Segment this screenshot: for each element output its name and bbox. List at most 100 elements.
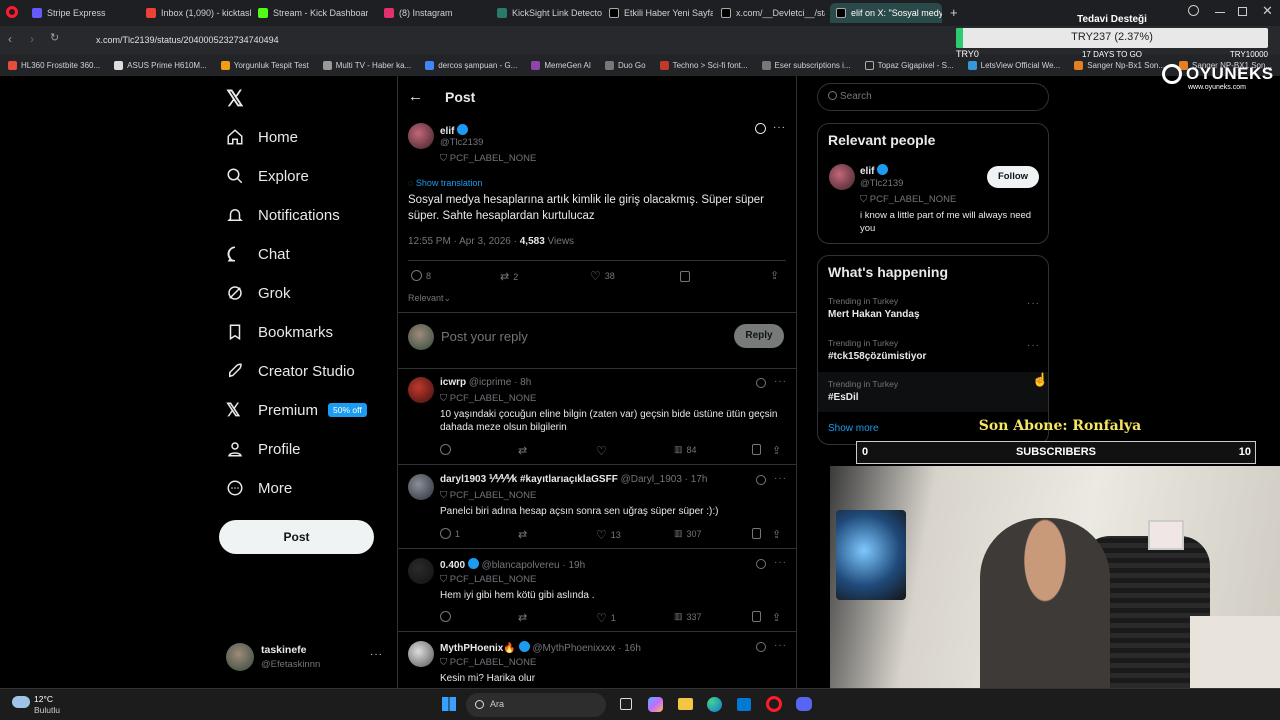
- nav-chat[interactable]: Chat: [226, 242, 290, 266]
- nav-bookmarks[interactable]: Bookmarks: [226, 320, 333, 344]
- bookmark-action[interactable]: [752, 528, 761, 539]
- show-translation-link[interactable]: ◌ Show translation: [408, 178, 482, 188]
- file-explorer-icon[interactable]: [678, 698, 693, 710]
- opera-logo-icon[interactable]: [6, 6, 18, 18]
- like-action[interactable]: ♡ 38: [590, 269, 615, 283]
- reply-action[interactable]: [440, 611, 455, 622]
- forward-icon[interactable]: ›: [30, 32, 34, 46]
- avatar[interactable]: [829, 164, 855, 190]
- bookmark-item[interactable]: Multi TV - Haber ka...: [322, 60, 411, 70]
- bookmark-item[interactable]: dercos şampuan - G...: [425, 60, 517, 70]
- opera-taskbar-icon[interactable]: [766, 696, 782, 712]
- account-switcher[interactable]: taskinefe @Efetaskinnn ···: [226, 641, 386, 677]
- show-more-link[interactable]: Show more: [828, 423, 879, 434]
- bookmark-item[interactable]: HL360 Frostbite 360...: [8, 60, 100, 70]
- follow-button[interactable]: Follow: [987, 166, 1039, 188]
- bookmark-item[interactable]: MemeGen AI: [531, 60, 591, 70]
- sort-dropdown[interactable]: Relevant⌄: [408, 293, 451, 304]
- like-action[interactable]: ♡ 1: [596, 611, 616, 625]
- bookmark-icon[interactable]: [680, 271, 690, 282]
- more-dots-icon[interactable]: ···: [773, 122, 786, 133]
- store-icon[interactable]: [737, 698, 751, 711]
- url-field[interactable]: x.com/Tlc2139/status/2040005232734740494: [76, 31, 956, 49]
- x-logo-icon[interactable]: 𝕏: [226, 86, 244, 112]
- grok-explain-icon[interactable]: [756, 642, 766, 652]
- author-handle[interactable]: @Tlc2139: [440, 137, 483, 148]
- windows-start-icon[interactable]: [442, 697, 456, 711]
- more-dots-icon[interactable]: ···: [1027, 340, 1040, 351]
- share-action[interactable]: ⇪: [772, 444, 781, 457]
- repost-action[interactable]: ⇄: [518, 444, 531, 457]
- views-action[interactable]: ▥ 307: [674, 528, 702, 539]
- author-name[interactable]: elif: [440, 124, 469, 137]
- reply-button[interactable]: Reply: [734, 324, 784, 348]
- bookmark-action[interactable]: [752, 444, 761, 455]
- more-dots-icon[interactable]: ···: [774, 473, 787, 484]
- like-action[interactable]: ♡: [596, 444, 611, 458]
- bookmark-item[interactable]: Yorgunluk Tespit Test: [220, 60, 309, 70]
- repost-action[interactable]: ⇄: [518, 611, 531, 624]
- repost-action[interactable]: ⇄: [518, 528, 531, 541]
- bookmark-item[interactable]: Sanger Np-Bx1 Son...: [1074, 60, 1165, 70]
- browser-tab[interactable]: x.com/__Devletci__/statu: [721, 3, 825, 23]
- browser-tab[interactable]: Stream - Kick Dashboard: [258, 3, 368, 23]
- nav-more[interactable]: More: [226, 476, 292, 500]
- share-action[interactable]: ⇪: [772, 611, 781, 624]
- reload-icon[interactable]: ↻: [50, 31, 59, 44]
- grok-explain-icon[interactable]: [756, 559, 766, 569]
- avatar[interactable]: [408, 123, 434, 149]
- reply-item[interactable]: 0.400 @blancapolvereu · 19h ⛉ PCF_LABEL_…: [398, 550, 796, 632]
- reply-input[interactable]: Post your reply: [441, 329, 528, 344]
- back-icon[interactable]: ‹: [8, 32, 12, 46]
- more-dots-icon[interactable]: ···: [1027, 298, 1040, 309]
- search-input[interactable]: Search: [817, 83, 1049, 111]
- grok-explain-icon[interactable]: [756, 378, 766, 388]
- browser-tab-active[interactable]: elif on X: "Sosyal medya h: [830, 3, 942, 23]
- trend-item[interactable]: Trending in Turkey #tck158çözümistiyor ·…: [828, 338, 1040, 368]
- grok-explain-icon[interactable]: [755, 123, 766, 134]
- grok-explain-icon[interactable]: [756, 475, 766, 485]
- nav-home[interactable]: Home: [226, 125, 298, 149]
- reply-item[interactable]: daryl1903 ⅟⅟⅟⅟k #kayıtlarıaçıklaGSFF @Da…: [398, 466, 796, 549]
- bookmark-item[interactable]: Duo Go: [605, 60, 646, 70]
- bookmark-item[interactable]: LetsView Official We...: [967, 60, 1060, 70]
- person-name[interactable]: elif: [860, 164, 889, 177]
- bookmark-item[interactable]: Topaz Gigapixel - S...: [864, 60, 954, 70]
- browser-tab[interactable]: Etkili Haber Yeni Sayfa on: [609, 3, 713, 23]
- person-handle[interactable]: @Tlc2139: [860, 178, 903, 189]
- reply-item[interactable]: icwrp @icprime · 8h ⛉ PCF_LABEL_NONE ···…: [398, 369, 796, 465]
- views-action[interactable]: ▥ 337: [674, 611, 702, 622]
- like-action[interactable]: ♡ 13: [596, 528, 621, 542]
- reply-action[interactable]: [440, 444, 455, 455]
- nav-profile[interactable]: Profile: [226, 437, 301, 461]
- bookmark-item[interactable]: Eser subscriptions i...: [761, 60, 851, 70]
- reply-action[interactable]: 8: [411, 270, 431, 281]
- more-dots-icon[interactable]: ···: [774, 376, 787, 387]
- back-arrow-icon[interactable]: ←: [408, 88, 423, 105]
- taskbar-search[interactable]: Ara: [466, 693, 606, 717]
- discord-icon[interactable]: [796, 697, 812, 711]
- edge-icon[interactable]: [707, 697, 722, 712]
- more-dots-icon[interactable]: ···: [774, 640, 787, 651]
- share-icon[interactable]: ⇪: [770, 269, 779, 282]
- post-button[interactable]: Post: [219, 520, 374, 554]
- trend-item[interactable]: Trending in Turkey #EsDil: [818, 372, 1048, 412]
- copilot-icon[interactable]: [648, 697, 663, 712]
- share-action[interactable]: ⇪: [772, 528, 781, 541]
- repost-action[interactable]: ⇄ 2: [500, 270, 518, 283]
- reply-item[interactable]: MythPHoenix🔥 @MythPhoenixxxx · 16h ⛉ PCF…: [398, 633, 796, 688]
- browser-tab[interactable]: KickSight Link Detector: [497, 3, 602, 23]
- bookmark-action[interactable]: [752, 611, 761, 622]
- trend-item[interactable]: Trending in Turkey Mert Hakan Yandaş ···: [828, 296, 1040, 326]
- browser-tab[interactable]: (8) Instagram: [384, 3, 489, 23]
- bookmark-item[interactable]: ASUS Prime H610M...: [114, 60, 207, 70]
- nav-notifications[interactable]: Notifications: [226, 203, 340, 227]
- nav-creator-studio[interactable]: Creator Studio: [226, 359, 355, 383]
- more-dots-icon[interactable]: ···: [774, 557, 787, 568]
- browser-tab[interactable]: Stripe Express: [32, 3, 137, 23]
- nav-explore[interactable]: Explore: [226, 164, 309, 188]
- more-dots-icon[interactable]: ···: [370, 649, 383, 660]
- browser-tab[interactable]: Inbox (1,090) - kicktaskin: [146, 3, 251, 23]
- bookmark-item[interactable]: Techno > Sci-fi font...: [659, 60, 748, 70]
- weather-icon[interactable]: [12, 696, 30, 708]
